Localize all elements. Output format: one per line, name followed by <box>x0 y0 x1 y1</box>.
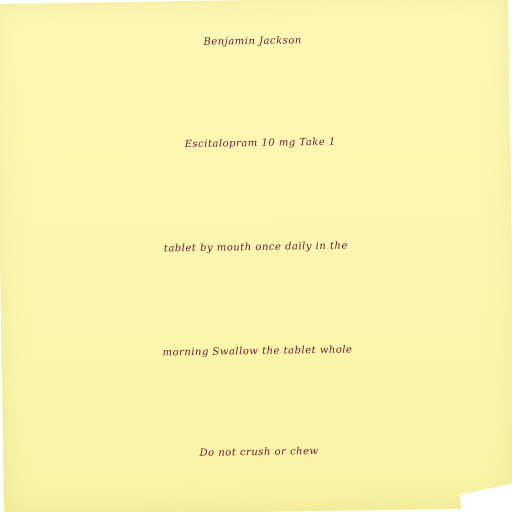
sticky-note: Benjamin Jackson Escitalopram 10 mg Take… <box>0 0 512 512</box>
warning-line: Do not crush or chew <box>199 446 319 459</box>
patient-name: Benjamin Jackson <box>203 35 302 48</box>
instruction-line: morning Swallow the tablet whole <box>162 344 353 359</box>
canvas: Benjamin Jackson Escitalopram 10 mg Take… <box>0 0 512 512</box>
medication-line: Escitalopram 10 mg Take 1 <box>184 136 336 151</box>
instruction-line: tablet by mouth once daily in the <box>163 240 348 255</box>
